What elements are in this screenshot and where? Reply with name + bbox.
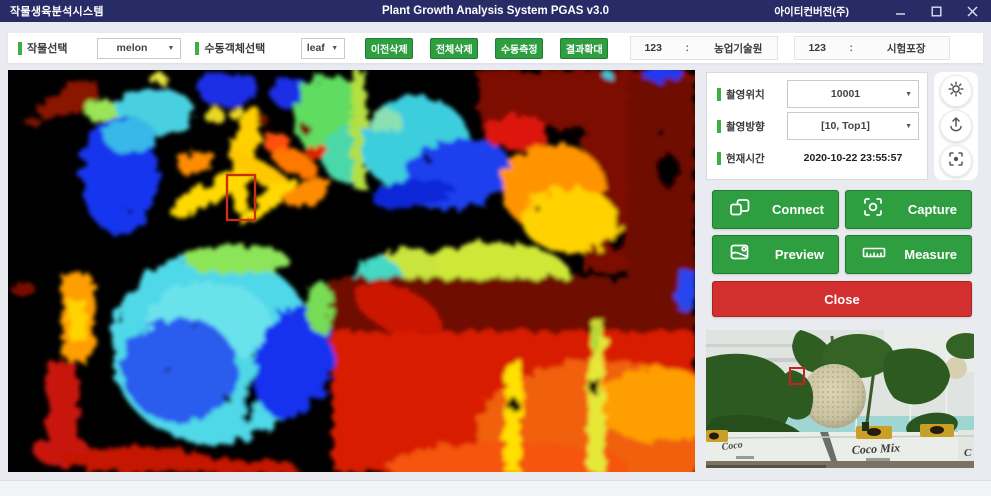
accent-bar [195,42,199,55]
preview-button[interactable]: Preview [712,235,839,274]
separator: : [675,42,699,54]
app-window: 작물생육분석시스템 Plant Growth Analysis System P… [0,0,991,496]
titlebar: 작물생육분석시스템 Plant Growth Analysis System P… [0,0,991,22]
measure-button[interactable]: Measure [845,235,972,274]
connect-icon [727,194,753,225]
test-field-code: 123 [795,42,839,54]
capture-icon [860,194,886,225]
result-zoom-button[interactable]: 결과확대 [560,38,608,59]
location-value: 10001 [788,88,903,100]
company-name: 아이티컨버전(주) [774,4,849,19]
current-time-label: 현재시간 [726,151,765,166]
institute-code: 123 [631,42,675,54]
current-time-value: 2020-10-22 23:55:57 [787,152,919,164]
toolbar: 작물선택 melon ▼ 수동객체선택 leaf ▼ 이전삭제 전체삭제 수동측… [8,33,983,63]
object-select-dropdown[interactable]: leaf ▼ [301,38,345,59]
current-time-row: 현재시간 2020-10-22 23:55:57 [717,142,919,174]
rgb-photo-preview[interactable]: Coco Mix Coco C [706,330,974,468]
connect-label: Connect [772,202,824,217]
accent-bar [717,152,721,165]
settings-gear-button[interactable] [940,75,972,107]
accent-bar [18,42,22,55]
minimize-icon[interactable] [889,3,911,19]
maximize-icon[interactable] [925,3,947,19]
preview-label: Preview [775,247,824,262]
preview-icon [727,239,753,270]
crop-select-value: melon [98,42,165,54]
object-select-value: leaf [302,42,329,54]
close-icon[interactable] [961,3,983,19]
measure-label: Measure [904,247,957,262]
location-label: 촬영위치 [726,87,765,102]
chevron-down-icon: ▼ [329,45,344,52]
location-row: 촬영위치 10001 ▼ [717,78,919,110]
side-icon-strip [934,72,978,180]
direction-dropdown[interactable]: [10, Top1] ▼ [787,112,919,140]
accent-bar [717,88,721,101]
gear-icon [947,80,965,103]
measure-icon [860,239,888,270]
accent-bar [717,120,721,133]
direction-value: [10, Top1] [788,120,903,132]
separator: : [839,42,863,54]
focus-center-icon [947,150,965,173]
focus-center-button[interactable] [940,145,972,177]
depth-map-view[interactable] [8,70,695,472]
close-button[interactable]: Close [712,281,972,317]
crop-select-label: 작물선택 [27,40,67,56]
direction-label: 촬영방향 [726,119,765,134]
test-field-name: 시험포장 [863,41,949,56]
upload-button[interactable] [940,110,972,142]
location-dropdown[interactable]: 10001 ▼ [787,80,919,108]
test-field-field: 123 : 시험포장 [794,36,950,60]
chevron-down-icon: ▼ [166,45,181,52]
connect-button[interactable]: Connect [712,190,839,229]
delete-all-button[interactable]: 전체삭제 [430,38,478,59]
delete-previous-button[interactable]: 이전삭제 [365,38,413,59]
chevron-down-icon: ▼ [903,91,918,98]
institute-field: 123 : 농업기술원 [630,36,778,60]
direction-row: 촬영방향 [10, Top1] ▼ [717,110,919,142]
institute-name: 농업기술원 [699,41,777,56]
bag-label: Coco Mix [851,440,900,457]
upload-icon [947,115,965,138]
status-footer [0,480,991,496]
manual-measure-button[interactable]: 수동측정 [495,38,543,59]
capture-label: Capture [908,202,957,217]
chevron-down-icon: ▼ [903,123,918,130]
object-select-label: 수동객체선택 [204,40,265,56]
capture-settings-panel: 촬영위치 10001 ▼ 촬영방향 [10, Top1] ▼ 현재시간 2020… [706,72,928,180]
capture-button[interactable]: Capture [845,190,972,229]
bag-label-right: C [964,447,972,459]
close-label: Close [824,292,859,307]
crop-select-dropdown[interactable]: melon ▼ [97,38,181,59]
